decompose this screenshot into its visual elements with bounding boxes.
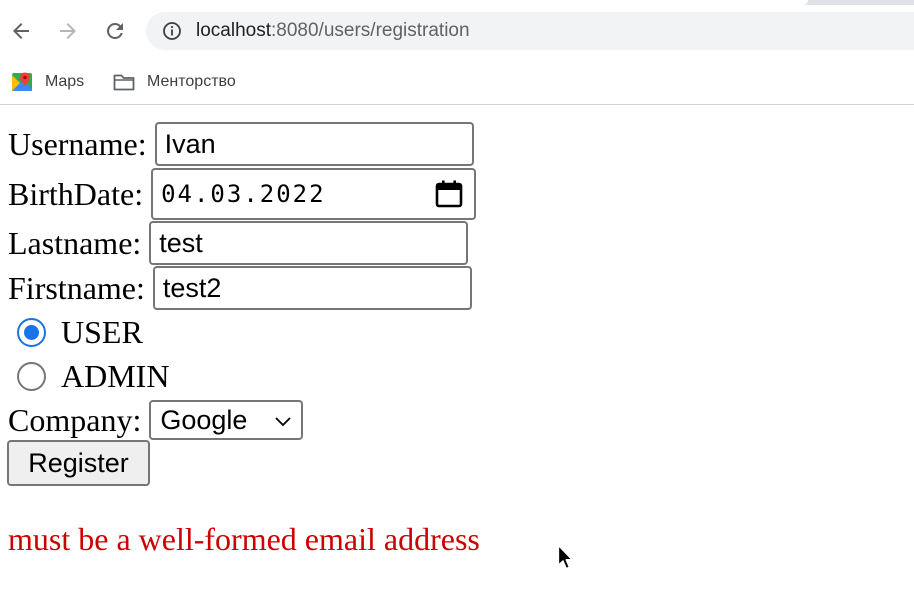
register-button[interactable]: Register [7, 440, 150, 486]
arrow-right-icon [60, 23, 76, 39]
username-input[interactable] [154, 122, 474, 166]
tab-strip [0, 0, 914, 5]
role-user-option[interactable]: USER [17, 314, 143, 351]
bookmark-label: Maps [45, 73, 85, 90]
url-path: :8080/users/registration [271, 20, 470, 41]
arrow-left-icon [13, 23, 29, 39]
calendar-icon[interactable] [434, 179, 464, 209]
bookmark-label: Менторство [147, 73, 236, 90]
maps-icon [11, 71, 33, 93]
back-button[interactable] [7, 17, 35, 45]
reload-icon [107, 22, 123, 39]
address-bar[interactable]: localhost:8080/users/registration [146, 12, 914, 50]
browser-toolbar: localhost:8080/users/registration [0, 0, 914, 62]
birthdate-value: 04.03.2022 [161, 180, 326, 208]
bookmarks-bar: Maps Менторство [0, 62, 914, 105]
bookmark-maps[interactable]: Maps [11, 68, 84, 96]
company-selected-value: Google [160, 404, 248, 435]
mouse-cursor-icon [557, 544, 573, 570]
page-content: Username: BirthDate: 04.03.2022 Lastname… [0, 105, 914, 591]
chevron-down-icon [275, 417, 291, 427]
company-select[interactable]: Google [149, 400, 304, 440]
url-text[interactable]: localhost:8080/users/registration [196, 20, 470, 42]
username-row: Username: [8, 122, 474, 166]
role-admin-label: ADMIN [61, 358, 170, 394]
company-label: Company: [8, 401, 142, 438]
bookmark-mentorstvo[interactable]: Менторство [113, 68, 236, 96]
birthdate-input[interactable]: 04.03.2022 [151, 168, 477, 220]
url-host: localhost [196, 20, 271, 41]
birthdate-label: BirthDate: [8, 175, 144, 212]
lastname-row: Lastname: [8, 221, 469, 265]
reload-button[interactable] [101, 17, 129, 45]
lastname-label: Lastname: [8, 224, 142, 261]
company-row: Company: Google [8, 400, 304, 440]
lastname-input[interactable] [149, 221, 469, 265]
forward-button[interactable] [54, 17, 82, 45]
role-admin-radio[interactable] [17, 362, 46, 391]
username-label: Username: [8, 125, 147, 162]
role-user-label: USER [61, 314, 143, 350]
firstname-row: Firstname: [8, 266, 472, 310]
folder-icon [113, 71, 135, 93]
site-info-icon[interactable] [162, 21, 182, 41]
role-user-radio[interactable] [17, 318, 46, 347]
error-message: must be a well-formed email address [8, 521, 480, 557]
birthdate-row: BirthDate: 04.03.2022 [8, 168, 477, 220]
role-admin-option[interactable]: ADMIN [17, 358, 169, 395]
firstname-input[interactable] [152, 266, 472, 310]
firstname-label: Firstname: [8, 269, 145, 306]
